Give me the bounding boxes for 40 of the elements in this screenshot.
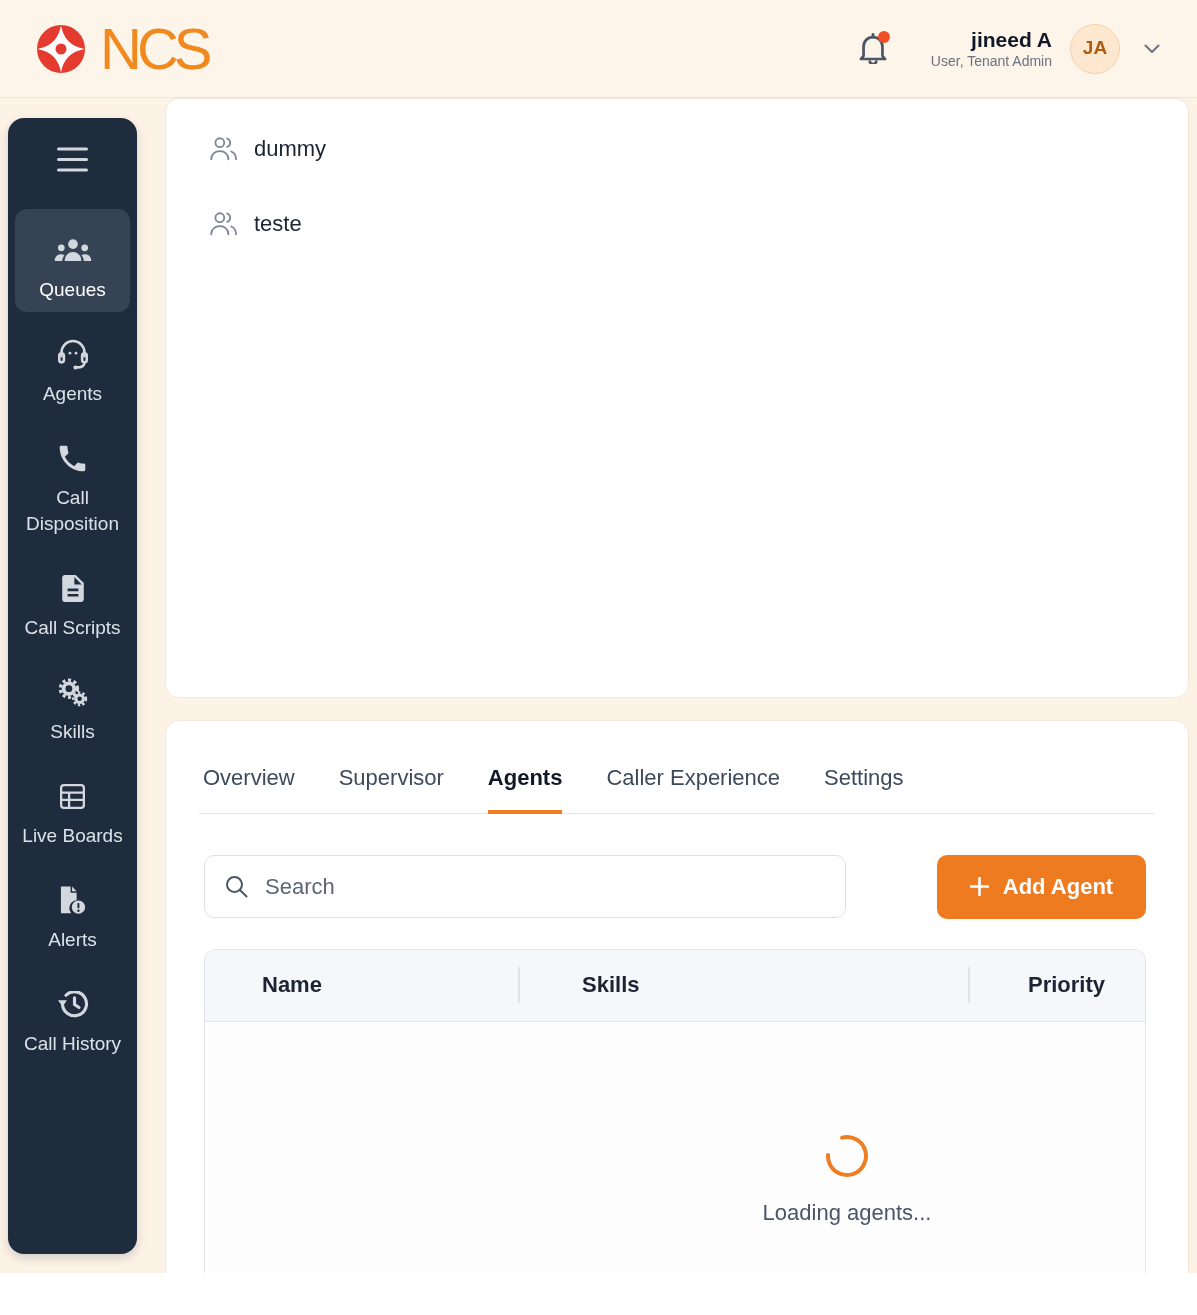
column-header[interactable]: Skills (520, 971, 968, 999)
users-outline-icon (210, 135, 237, 161)
loading-text: Loading agents... (762, 1198, 932, 1227)
queue-item[interactable]: teste (210, 204, 302, 242)
user-name: jineed A (969, 27, 1052, 52)
tab[interactable]: Overview (203, 764, 295, 814)
menu-icon[interactable] (56, 146, 89, 173)
user-role: User, Tenant Admin (930, 51, 1052, 70)
search-field[interactable]: Search (204, 855, 846, 918)
sidebar-item[interactable]: Call History (15, 963, 130, 1066)
users-outline-icon (210, 210, 237, 236)
sidebar-item[interactable]: Queues (15, 209, 130, 312)
document-icon (61, 574, 84, 602)
tab[interactable]: Settings (824, 764, 904, 814)
phone-icon (59, 444, 86, 472)
brand-name: NCS (100, 19, 209, 78)
sidebar-item[interactable]: Agents (15, 313, 130, 416)
column-header[interactable]: Priority (970, 971, 1145, 999)
document-alert-icon (59, 885, 86, 915)
table-icon (60, 783, 85, 809)
tab[interactable]: Caller Experience (606, 764, 781, 814)
search-icon (225, 875, 248, 898)
sidebar-item[interactable]: Skills (15, 651, 130, 754)
tab[interactable]: Supervisor (338, 764, 444, 814)
plus-icon (969, 877, 989, 896)
gears-icon (57, 677, 88, 707)
user-avatar[interactable]: JA (1070, 23, 1120, 74)
queue-item[interactable]: dummy (210, 129, 327, 167)
headset-icon (56, 338, 89, 370)
sidebar-item[interactable]: Call Disposition (15, 417, 130, 546)
column-header[interactable]: Name (205, 971, 518, 999)
history-icon (56, 990, 89, 1018)
logo-icon (36, 22, 86, 75)
tab[interactable]: Agents (487, 764, 563, 814)
bell-icon[interactable] (858, 33, 887, 64)
chevron-down-icon[interactable] (1144, 43, 1160, 54)
sidebar-item[interactable]: Call Scripts (15, 547, 130, 650)
sidebar-item[interactable]: Live Boards (15, 755, 130, 858)
users-icon (53, 238, 92, 262)
sidebar-item[interactable]: Alerts (15, 859, 130, 962)
